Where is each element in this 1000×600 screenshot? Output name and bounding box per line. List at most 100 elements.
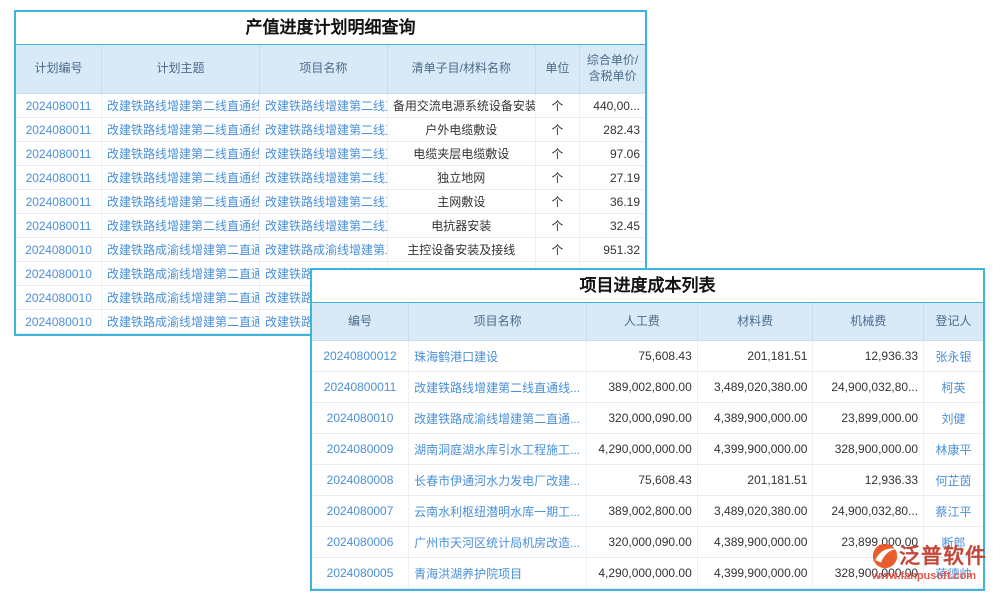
plan-number-link[interactable]: 2024080010 (16, 286, 102, 310)
plan-topic-link[interactable]: 改建铁路线增建第二线直通线 (102, 142, 260, 166)
cost-number-link[interactable]: 2024080010 (312, 403, 409, 434)
column-header: 项目名称 (409, 303, 587, 341)
project-name-link[interactable]: 改建铁路线增建第二线直通线 (260, 166, 388, 190)
labor-cost-value: 75,608.43 (587, 341, 698, 372)
plan-topic-link[interactable]: 改建铁路成渝线增建第二直通 (102, 310, 260, 334)
cost-number-link[interactable]: 20240800011 (312, 372, 409, 403)
labor-cost-value: 75,608.43 (587, 465, 698, 496)
fanpu-logo-url: www.fanpusoft.com (872, 570, 987, 582)
plan-number-link[interactable]: 2024080011 (16, 190, 102, 214)
cost-number-link[interactable]: 2024080008 (312, 465, 409, 496)
registrar-link[interactable]: 刘健 (924, 403, 983, 434)
column-header: 人工费 (587, 303, 698, 341)
machine-cost-value: 24,900,032,80... (813, 372, 924, 403)
fanpu-watermark: 泛普软件 www.fanpusoft.com (872, 543, 987, 582)
plan-topic-link[interactable]: 改建铁路线增建第二线直通线 (102, 190, 260, 214)
cost-number-link[interactable]: 2024080007 (312, 496, 409, 527)
item-name-text: 电抗器安装 (387, 214, 535, 238)
column-header: 综合单价/含税单价 (580, 45, 645, 94)
table-row: 2024080007云南水利枢纽潜明水库一期工...389,002,800.00… (312, 496, 983, 527)
table-row: 2024080011改建铁路线增建第二线直通线改建铁路线增建第二线直通线独立地网… (16, 166, 645, 190)
labor-cost-value: 4,290,000,000.00 (587, 434, 698, 465)
labor-cost-value: 320,000,090.00 (587, 403, 698, 434)
registrar-link[interactable]: 何芷茵 (924, 465, 983, 496)
plan-number-link[interactable]: 2024080010 (16, 238, 102, 262)
plan-number-link[interactable]: 2024080010 (16, 310, 102, 334)
labor-cost-value: 389,002,800.00 (587, 496, 698, 527)
table-row: 2024080010改建铁路成渝线增建第二直通...320,000,090.00… (312, 403, 983, 434)
machine-cost-value: 24,900,032,80... (813, 496, 924, 527)
plan-topic-link[interactable]: 改建铁路成渝线增建第二直通 (102, 238, 260, 262)
price-value: 36.19 (580, 190, 645, 214)
plan-topic-link[interactable]: 改建铁路成渝线增建第二直通 (102, 286, 260, 310)
item-name-text: 户外电缆敷设 (387, 118, 535, 142)
column-header: 计划主题 (102, 45, 260, 94)
plan-number-link[interactable]: 2024080011 (16, 118, 102, 142)
table-row: 2024080011改建铁路线增建第二线直通线改建铁路线增建第二线直通线户外电缆… (16, 118, 645, 142)
unit-text: 个 (535, 190, 579, 214)
plan-topic-link[interactable]: 改建铁路线增建第二线直通线 (102, 214, 260, 238)
table-row: 2024080011改建铁路线增建第二线直通线改建铁路线增建第二线直通线电抗器安… (16, 214, 645, 238)
material-cost-value: 4,399,900,000.00 (697, 434, 813, 465)
fanpu-logo-text: 泛普软件 (899, 546, 987, 567)
project-name-link[interactable]: 改建铁路成渝线增建第二直通 (260, 238, 388, 262)
machine-cost-value: 12,936.33 (813, 341, 924, 372)
project-name-link[interactable]: 广州市天河区统计局机房改造... (409, 527, 587, 558)
table-row: 2024080011改建铁路线增建第二线直通线改建铁路线增建第二线直通线电缆夹层… (16, 142, 645, 166)
machine-cost-value: 23,899,000.00 (813, 403, 924, 434)
machine-cost-value: 328,900,000.00 (813, 434, 924, 465)
cost-number-link[interactable]: 2024080006 (312, 527, 409, 558)
table-row: 20240800011改建铁路线增建第二线直通线...389,002,800.0… (312, 372, 983, 403)
machine-cost-value: 12,936.33 (813, 465, 924, 496)
material-cost-value: 4,399,900,000.00 (697, 558, 813, 589)
project-name-link[interactable]: 云南水利枢纽潜明水库一期工... (409, 496, 587, 527)
plan-topic-link[interactable]: 改建铁路线增建第二线直通线 (102, 166, 260, 190)
project-name-link[interactable]: 改建铁路线增建第二线直通线... (409, 372, 587, 403)
material-cost-value: 201,181.51 (697, 341, 813, 372)
project-name-link[interactable]: 珠海鹤港口建设 (409, 341, 587, 372)
project-name-link[interactable]: 青海洪湖养护院项目 (409, 558, 587, 589)
registrar-link[interactable]: 蔡江平 (924, 496, 983, 527)
plan-topic-link[interactable]: 改建铁路线增建第二线直通线 (102, 118, 260, 142)
project-name-link[interactable]: 改建铁路线增建第二线直通线 (260, 142, 388, 166)
table-row: 2024080008长春市伊通河水力发电厂改建...75,608.43201,1… (312, 465, 983, 496)
cost-number-link[interactable]: 2024080005 (312, 558, 409, 589)
plan-topic-link[interactable]: 改建铁路线增建第二线直通线 (102, 94, 260, 118)
table-row: 2024080011改建铁路线增建第二线直通线改建铁路线增建第二线直通线主网敷设… (16, 190, 645, 214)
price-value: 951.32 (580, 238, 645, 262)
price-value: 440,00... (580, 94, 645, 118)
registrar-link[interactable]: 林康平 (924, 434, 983, 465)
column-header: 项目名称 (260, 45, 388, 94)
fanpu-logo-icon (872, 543, 898, 569)
labor-cost-value: 4,290,000,000.00 (587, 558, 698, 589)
registrar-link[interactable]: 张永银 (924, 341, 983, 372)
project-name-link[interactable]: 改建铁路线增建第二线直通线 (260, 190, 388, 214)
cost-number-link[interactable]: 2024080009 (312, 434, 409, 465)
plan-number-link[interactable]: 2024080011 (16, 214, 102, 238)
material-cost-value: 201,181.51 (697, 465, 813, 496)
unit-text: 个 (535, 238, 579, 262)
project-name-link[interactable]: 长春市伊通河水力发电厂改建... (409, 465, 587, 496)
plan-number-link[interactable]: 2024080011 (16, 166, 102, 190)
column-header: 机械费 (813, 303, 924, 341)
plan-number-link[interactable]: 2024080010 (16, 262, 102, 286)
item-name-text: 主网敷设 (387, 190, 535, 214)
project-name-link[interactable]: 改建铁路线增建第二线直通线 (260, 118, 388, 142)
column-header: 登记人 (924, 303, 983, 341)
plan-number-link[interactable]: 2024080011 (16, 94, 102, 118)
plan-number-link[interactable]: 2024080011 (16, 142, 102, 166)
material-cost-value: 4,389,900,000.00 (697, 403, 813, 434)
project-name-link[interactable]: 改建铁路线增建第二线直通线 (260, 214, 388, 238)
column-header: 计划编号 (16, 45, 102, 94)
project-name-link[interactable]: 改建铁路线增建第二线直通线 (260, 94, 388, 118)
plan-topic-link[interactable]: 改建铁路成渝线增建第二直通 (102, 262, 260, 286)
price-value: 97.06 (580, 142, 645, 166)
panel-title-plan-detail: 产值进度计划明细查询 (16, 12, 645, 45)
project-name-link[interactable]: 湖南洞庭湖水库引水工程施工... (409, 434, 587, 465)
project-name-link[interactable]: 改建铁路成渝线增建第二直通... (409, 403, 587, 434)
cost-number-link[interactable]: 20240800012 (312, 341, 409, 372)
registrar-link[interactable]: 柯英 (924, 372, 983, 403)
labor-cost-value: 320,000,090.00 (587, 527, 698, 558)
item-name-text: 独立地网 (387, 166, 535, 190)
column-header: 单位 (535, 45, 579, 94)
